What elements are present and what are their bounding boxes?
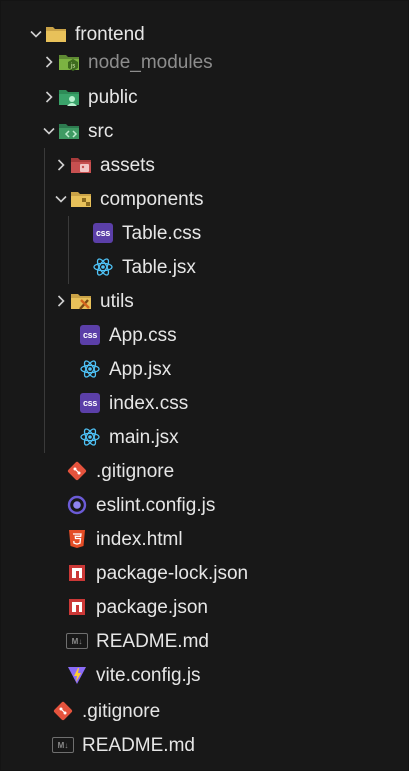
tree-item-label: src [88,120,114,142]
npm-icon [66,596,88,618]
utils-folder-icon [70,290,92,312]
tree-item-label: public [88,86,138,108]
chevron-down-icon[interactable] [40,122,58,140]
markdown-icon: M↓ [52,734,74,756]
tree-file-app-css[interactable]: css App.css [0,318,409,352]
tree-item-label: node_modules [88,51,213,73]
chevron-right-icon[interactable] [52,156,70,174]
markdown-icon: M↓ [66,630,88,652]
tree-file-gitignore-root[interactable]: .gitignore [0,694,409,728]
tree-item-label: main.jsx [109,426,179,448]
tree-file-package-json[interactable]: package.json [0,590,409,624]
public-folder-icon [58,86,80,108]
svg-text:js: js [70,63,76,70]
html5-icon [66,528,88,550]
tree-item-label: App.jsx [109,358,172,380]
tree-folder-src[interactable]: src [0,114,409,148]
tree-item-label: package-lock.json [96,562,249,584]
tree-folder-node-modules[interactable]: js node_modules [0,45,409,79]
git-icon [66,460,88,482]
tree-file-gitignore-frontend[interactable]: .gitignore [0,454,409,488]
tree-file-index-html[interactable]: index.html [0,522,409,556]
tree-item-label: README.md [96,630,209,652]
tree-item-label: assets [100,154,155,176]
tree-file-main-jsx[interactable]: main.jsx [0,420,409,454]
chevron-right-icon[interactable] [52,292,70,310]
tree-folder-utils[interactable]: utils [0,284,409,318]
tree-item-label: vite.config.js [96,664,201,686]
css-icon: css [92,222,114,244]
tree-folder-assets[interactable]: assets [0,148,409,182]
tree-item-label: Table.jsx [122,256,196,278]
components-folder-icon [70,188,92,210]
tree-file-eslint-config[interactable]: eslint.config.js [0,488,409,522]
tree-item-label: index.html [96,528,183,550]
css-icon: css [79,324,101,346]
eslint-icon [66,494,88,516]
src-folder-icon [58,120,80,142]
react-icon [92,256,114,278]
tree-item-label: frontend [75,23,145,45]
react-icon [79,426,101,448]
tree-item-label: .gitignore [96,460,175,482]
tree-file-vite-config[interactable]: vite.config.js [0,658,409,692]
chevron-down-icon[interactable] [27,25,45,43]
node-modules-folder-icon: js [58,51,80,73]
tree-item-label: App.css [109,324,177,346]
tree-item-label: eslint.config.js [96,494,216,516]
file-explorer-tree: frontend js node_modules public src asse… [0,0,409,771]
tree-item-label: package.json [96,596,208,618]
npm-icon [66,562,88,584]
folder-icon [45,23,67,45]
assets-folder-icon [70,154,92,176]
tree-item-label: README.md [82,734,195,756]
tree-folder-public[interactable]: public [0,80,409,114]
tree-file-readme-root[interactable]: M↓ README.md [0,728,409,762]
tree-file-readme-frontend[interactable]: M↓ README.md [0,624,409,658]
tree-item-label: components [100,188,204,210]
tree-file-app-jsx[interactable]: App.jsx [0,352,409,386]
css-icon: css [79,392,101,414]
tree-folder-components[interactable]: components [0,182,409,216]
tree-item-label: utils [100,290,134,312]
tree-file-table-css[interactable]: css Table.css [0,216,409,250]
chevron-down-icon[interactable] [52,190,70,208]
tree-item-label: Table.css [122,222,202,244]
tree-item-label: .gitignore [82,700,161,722]
git-icon [52,700,74,722]
tree-file-index-css[interactable]: css index.css [0,386,409,420]
chevron-right-icon[interactable] [40,88,58,106]
tree-item-label: index.css [109,392,189,414]
tree-file-package-lock-json[interactable]: package-lock.json [0,556,409,590]
react-icon [79,358,101,380]
chevron-right-icon[interactable] [40,53,58,71]
vite-icon [66,664,88,686]
tree-file-table-jsx[interactable]: Table.jsx [0,250,409,284]
